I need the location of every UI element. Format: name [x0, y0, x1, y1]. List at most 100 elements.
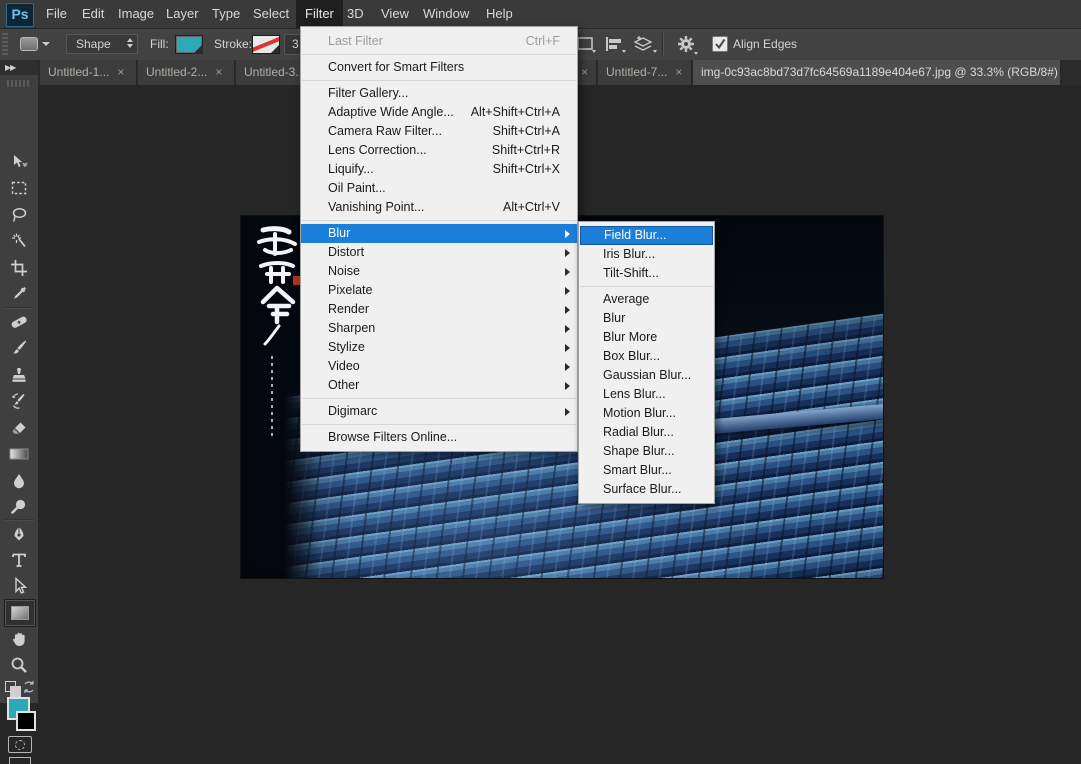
healing-brush-tool[interactable]	[4, 310, 34, 334]
menu-item-vanishing-point[interactable]: Vanishing Point... Alt+Ctrl+V	[301, 198, 577, 217]
menu-item-video[interactable]: Video	[301, 357, 577, 376]
tab-hidden-close[interactable]: ×	[575, 60, 597, 85]
menu-separator	[580, 286, 713, 287]
tool-mode-select[interactable]: Shape	[66, 34, 138, 54]
zoom-tool[interactable]	[4, 653, 34, 677]
quick-mask-button[interactable]	[8, 736, 32, 753]
menu-item-oil-paint[interactable]: Oil Paint...	[301, 179, 577, 198]
path-selection-tool[interactable]	[4, 574, 34, 598]
blur-tool[interactable]	[4, 469, 34, 493]
menu-item-stylize[interactable]: Stylize	[301, 338, 577, 357]
menu-item-convert-smart-filters[interactable]: Convert for Smart Filters	[301, 58, 577, 77]
type-tool[interactable]	[4, 548, 34, 572]
stroke-label: Stroke:	[214, 37, 252, 51]
menubar-item-window[interactable]: Window	[414, 0, 478, 28]
submenu-item-tilt-shift[interactable]: Tilt-Shift...	[579, 264, 714, 283]
lasso-tool[interactable]	[4, 203, 34, 227]
gradient-tool[interactable]	[4, 442, 34, 466]
submenu-item-lens-blur[interactable]: Lens Blur...	[579, 385, 714, 404]
tab-close-icon[interactable]: ×	[117, 65, 124, 79]
stroke-options-button[interactable]	[576, 34, 596, 57]
stroke-color-swatch[interactable]	[252, 35, 280, 54]
menubar-item-layer[interactable]: Layer	[157, 0, 208, 28]
rectangle-tool[interactable]	[4, 599, 36, 627]
path-alignment-button[interactable]	[604, 34, 626, 57]
menu-item-adaptive-wide-angle[interactable]: Adaptive Wide Angle... Alt+Shift+Ctrl+A	[301, 103, 577, 122]
menubar-item-select[interactable]: Select	[244, 0, 298, 28]
submenu-item-field-blur[interactable]: Field Blur...	[580, 226, 713, 245]
menubar-item-view[interactable]: View	[372, 0, 418, 28]
crop-tool[interactable]	[4, 256, 34, 280]
menu-item-sharpen[interactable]: Sharpen	[301, 319, 577, 338]
submenu-item-shape-blur[interactable]: Shape Blur...	[579, 442, 714, 461]
tab-img-active[interactable]: img-0c93ac8bd73d7fc64569a1189e404e67.jpg…	[693, 60, 1061, 85]
default-colors-icon[interactable]	[10, 686, 21, 697]
swap-colors-icon[interactable]	[22, 680, 36, 694]
eraser-tool[interactable]	[4, 416, 34, 440]
submenu-item-motion-blur[interactable]: Motion Blur...	[579, 404, 714, 423]
menu-item-blur[interactable]: Blur	[301, 224, 577, 243]
menubar-item-help[interactable]: Help	[477, 0, 522, 28]
submenu-item-blur[interactable]: Blur	[579, 309, 714, 328]
menu-item-filter-gallery[interactable]: Filter Gallery...	[301, 84, 577, 103]
lasso-icon	[10, 206, 28, 224]
geometry-options-button[interactable]	[676, 34, 698, 59]
menu-item-pixelate[interactable]: Pixelate	[301, 281, 577, 300]
rectangle-icon	[10, 605, 30, 621]
tab-close-icon[interactable]: ×	[581, 65, 588, 79]
screen-mode-button[interactable]	[9, 757, 31, 764]
submenu-item-smart-blur[interactable]: Smart Blur...	[579, 461, 714, 480]
pen-tool[interactable]	[4, 522, 34, 546]
move-tool[interactable]	[4, 150, 34, 174]
menu-item-other[interactable]: Other	[301, 376, 577, 395]
history-brush-icon	[10, 392, 28, 410]
submenu-arrow-icon	[565, 344, 570, 352]
menubar-item-type[interactable]: Type	[203, 0, 249, 28]
history-brush-tool[interactable]	[4, 389, 34, 413]
submenu-item-average[interactable]: Average	[579, 290, 714, 309]
photoshop-logo: Ps	[6, 3, 34, 27]
menu-item-liquify[interactable]: Liquify... Shift+Ctrl+X	[301, 160, 577, 179]
submenu-item-gaussian-blur[interactable]: Gaussian Blur...	[579, 366, 714, 385]
menubar-item-edit[interactable]: Edit	[73, 0, 113, 28]
fill-color-swatch[interactable]	[175, 35, 203, 54]
submenu-item-surface-blur[interactable]: Surface Blur...	[579, 480, 714, 499]
menu-item-camera-raw-filter[interactable]: Camera Raw Filter... Shift+Ctrl+A	[301, 122, 577, 141]
hand-tool[interactable]	[4, 627, 34, 651]
panel-grip[interactable]	[7, 80, 31, 87]
menubar-item-filter[interactable]: Filter	[296, 0, 343, 28]
menu-item-last-filter[interactable]: Last Filter Ctrl+F	[301, 32, 577, 51]
align-edges-label: Align Edges	[733, 37, 797, 51]
menubar-item-file[interactable]: File	[37, 0, 76, 28]
options-bar-grip[interactable]	[2, 33, 8, 56]
menu-item-noise[interactable]: Noise	[301, 262, 577, 281]
menu-item-lens-correction[interactable]: Lens Correction... Shift+Ctrl+R	[301, 141, 577, 160]
menubar-item-image[interactable]: Image	[109, 0, 163, 28]
tab-close-icon[interactable]: ×	[215, 65, 222, 79]
brush-tool[interactable]	[4, 336, 34, 360]
menu-item-digimarc[interactable]: Digimarc	[301, 402, 577, 421]
submenu-item-radial-blur[interactable]: Radial Blur...	[579, 423, 714, 442]
menu-item-render[interactable]: Render	[301, 300, 577, 319]
tab-close-icon[interactable]: ×	[675, 65, 682, 79]
filter-menu: Last Filter Ctrl+F Convert for Smart Fil…	[300, 26, 578, 452]
tool-preset-picker[interactable]	[20, 34, 54, 54]
clone-stamp-tool[interactable]	[4, 363, 34, 387]
path-arrangement-button[interactable]	[633, 34, 657, 57]
submenu-item-iris-blur[interactable]: Iris Blur...	[579, 245, 714, 264]
dodge-tool[interactable]	[4, 495, 34, 519]
tab-untitled-1[interactable]: Untitled-1...×	[40, 60, 137, 85]
tab-untitled-2[interactable]: Untitled-2...×	[138, 60, 235, 85]
magic-wand-tool[interactable]	[4, 229, 34, 253]
menu-item-browse-filters-online[interactable]: Browse Filters Online...	[301, 428, 577, 447]
align-edges-checkbox[interactable]	[712, 36, 728, 52]
background-color-swatch[interactable]	[16, 711, 36, 731]
rectangular-marquee-tool[interactable]	[4, 176, 34, 200]
tab-untitled-7[interactable]: Untitled-7...×	[598, 60, 692, 85]
menubar-item-3d[interactable]: 3D	[338, 0, 373, 28]
menu-item-distort[interactable]: Distort	[301, 243, 577, 262]
submenu-item-blur-more[interactable]: Blur More	[579, 328, 714, 347]
collapse-panel-icon[interactable]: ▶▶	[0, 60, 38, 75]
eyedropper-tool[interactable]	[4, 282, 34, 306]
submenu-item-box-blur[interactable]: Box Blur...	[579, 347, 714, 366]
